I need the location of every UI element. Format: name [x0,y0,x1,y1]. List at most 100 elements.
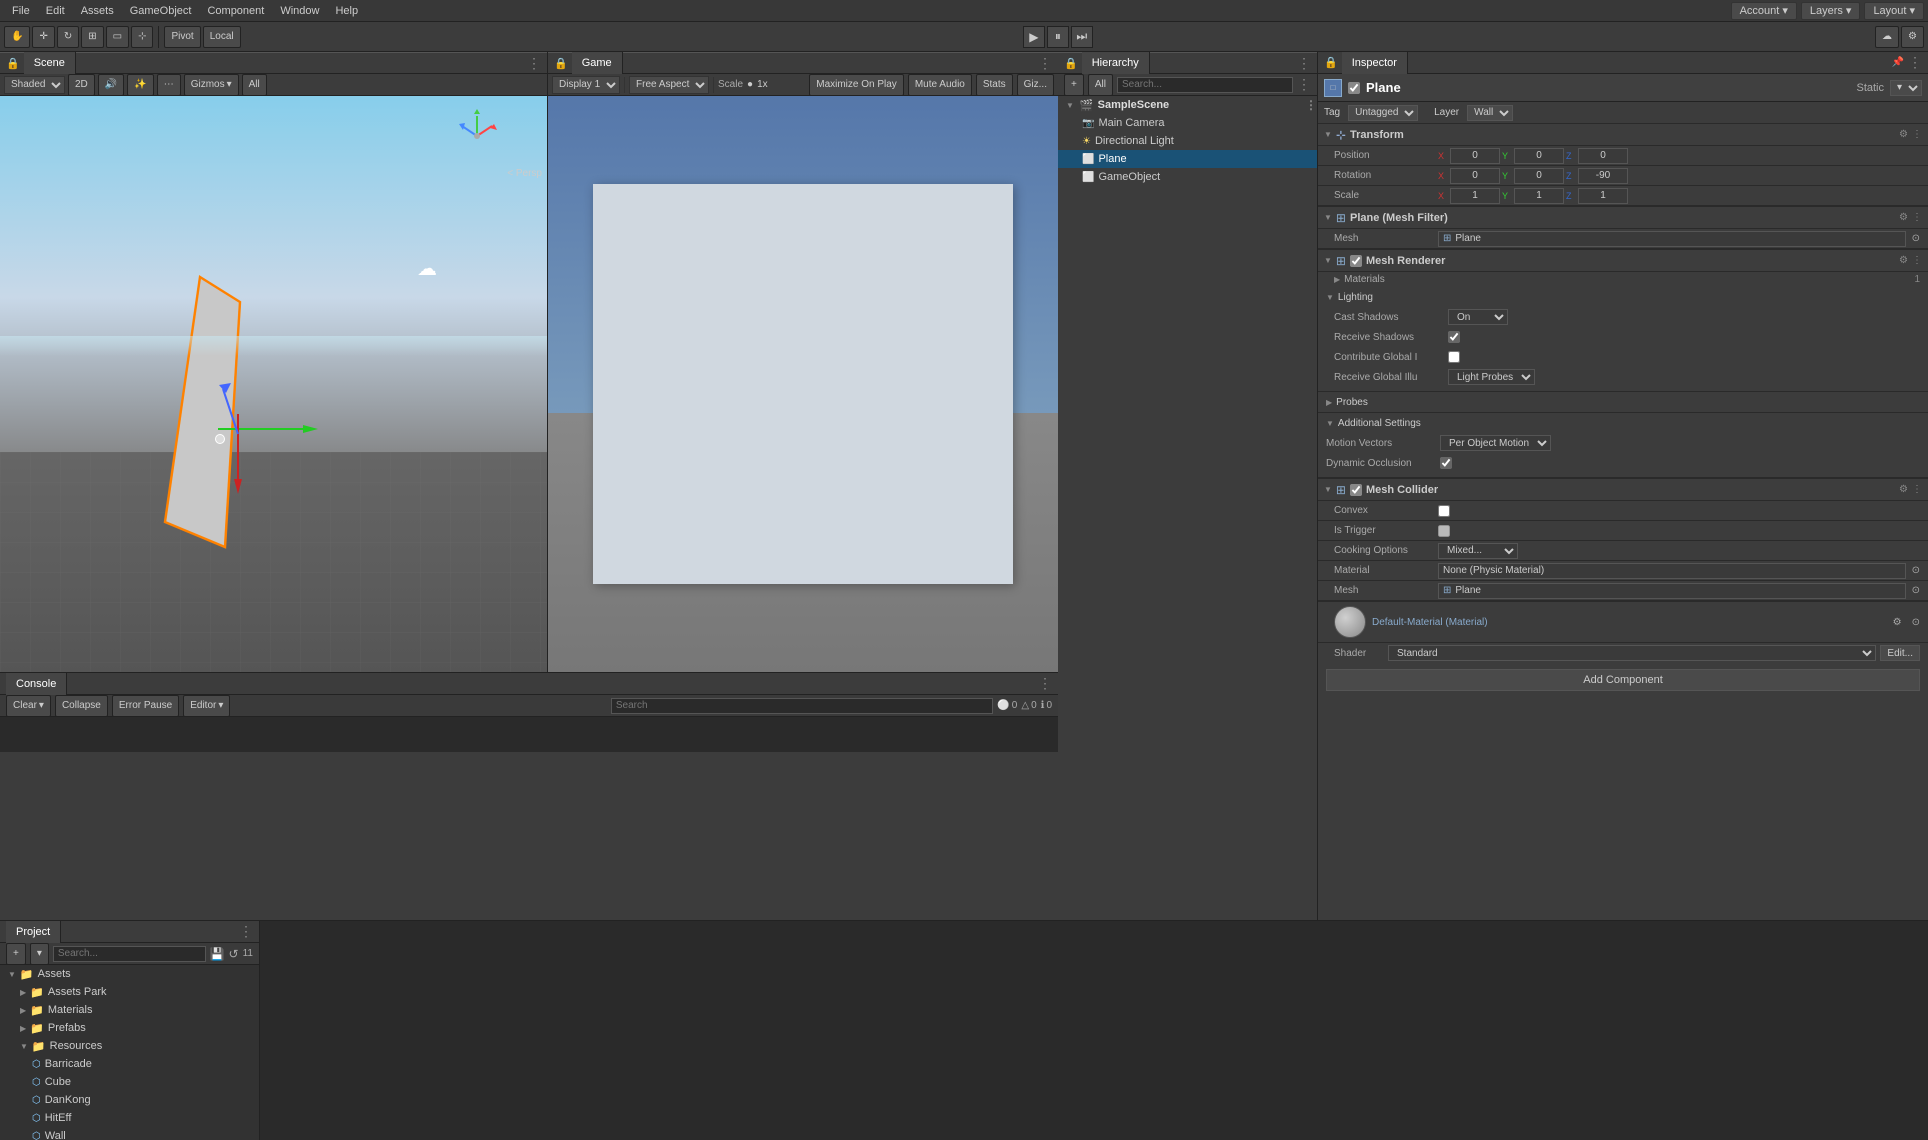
rot-y-input[interactable] [1514,168,1564,184]
tree-item-materials[interactable]: ▶ 📁 Materials [0,1001,259,1019]
additional-header[interactable]: ▼ Additional Settings [1318,413,1928,433]
tree-item-wall[interactable]: ⬡ Wall [0,1127,259,1140]
menu-assets[interactable]: Assets [73,0,122,22]
mc-context-icon[interactable]: ⋮ [1912,484,1922,495]
tree-item-hiteff[interactable]: ⬡ HitEff [0,1109,259,1127]
menu-file[interactable]: File [4,0,38,22]
panel-menu-icon-console[interactable]: ⋮ [1038,675,1052,691]
collider-mesh-select[interactable]: ⊙ [1912,585,1920,596]
menu-window[interactable]: Window [272,0,327,22]
scene-overflow[interactable]: ⋮ [1305,98,1317,112]
static-dropdown[interactable]: ▾ [1890,80,1922,96]
step-button[interactable]: ⏭ [1071,26,1093,48]
local-button[interactable]: Local [203,26,241,48]
mat-settings-icon[interactable]: ⚙ [1893,617,1902,628]
error-pause-button[interactable]: Error Pause [112,695,179,717]
hierarchy-add-btn[interactable]: + [1064,74,1084,96]
audio-toggle[interactable]: 🔊 [98,74,124,96]
gizmos-btn[interactable]: Gizmos ▾ [184,74,239,96]
pivot-button[interactable]: Pivot [164,26,200,48]
tree-item-prefabs[interactable]: ▶ 📁 Prefabs [0,1019,259,1037]
mc-enable-checkbox[interactable] [1350,484,1362,496]
settings-button[interactable]: ⚙ [1901,26,1924,48]
materials-arrow[interactable]: ▶ [1334,275,1340,284]
inspector-overflow[interactable]: ⋮ [1908,54,1922,71]
console-tab[interactable]: Console [6,673,67,695]
mat-select-icon[interactable]: ⊙ [1912,617,1920,628]
maximize-on-play[interactable]: Maximize On Play [809,74,904,96]
panel-menu-icon-hier[interactable]: ⋮ [1297,55,1311,72]
tree-item-assets[interactable]: ▼ 📁 Assets [0,965,259,983]
scale-x-input[interactable] [1450,188,1500,204]
project-search[interactable] [53,946,206,962]
scale-y-input[interactable] [1514,188,1564,204]
receive-gi-dropdown[interactable]: Light Probes [1448,369,1535,385]
panel-menu-icon-game[interactable]: ⋮ [1038,55,1052,71]
mesh-renderer-header[interactable]: ▼ ⊞ Mesh Renderer ⚙ ⋮ [1318,250,1928,272]
project-overflow[interactable]: ⋮ [239,923,253,940]
tree-item-dankong[interactable]: ⬡ DanKong [0,1091,259,1109]
scene-more-btn[interactable]: ⋯ [157,74,181,96]
mesh-select-icon[interactable]: ⊙ [1912,233,1920,244]
stats-btn[interactable]: Stats [976,74,1013,96]
hierarchy-scene-root[interactable]: ▼ 🎬 SampleScene ⋮ [1058,96,1317,114]
aspect-dropdown[interactable]: Free Aspect [629,76,709,94]
hierarchy-item-camera[interactable]: 📷 Main Camera [1058,114,1317,132]
tree-item-barricade[interactable]: ⬡ Barricade [0,1055,259,1073]
console-search[interactable] [611,698,993,714]
shading-dropdown[interactable]: Shaded [4,76,65,94]
tree-item-assets-park[interactable]: ▶ 📁 Assets Park [0,983,259,1001]
pos-x-input[interactable] [1450,148,1500,164]
inspector-tab[interactable]: Inspector [1342,52,1408,74]
inspector-checkbox[interactable] [1348,82,1360,94]
pos-z-input[interactable] [1578,148,1628,164]
account-button[interactable]: Account ▾ [1731,2,1797,20]
pause-button[interactable]: ⏸ [1047,26,1069,48]
convex-checkbox[interactable] [1438,505,1450,517]
hierarchy-overflow[interactable]: ⋮ [1297,76,1311,93]
project-add-btn[interactable]: + [6,943,26,965]
rot-x-input[interactable] [1450,168,1500,184]
scale-tool[interactable]: ⊞ [81,26,103,48]
save-to-disk-icon[interactable]: 💾 [210,947,225,961]
scale-z-input[interactable] [1578,188,1628,204]
layout-button[interactable]: Layout ▾ [1864,2,1924,20]
hierarchy-search[interactable] [1117,77,1293,93]
transform-tool[interactable]: ⊹ [131,26,153,48]
motion-vectors-dropdown[interactable]: Per Object Motion [1440,435,1551,451]
move-tool[interactable]: ✛ [32,26,54,48]
lighting-header[interactable]: ▼ Lighting [1326,287,1920,307]
project-tab[interactable]: Project [6,921,61,943]
mf-settings-icon[interactable]: ⚙ [1899,212,1908,223]
hierarchy-tab[interactable]: Hierarchy [1082,52,1150,74]
tree-item-resources[interactable]: ▼ 📁 Resources [0,1037,259,1055]
cast-shadows-dropdown[interactable]: On [1448,309,1508,325]
contribute-gi-checkbox[interactable] [1448,351,1460,363]
panel-menu-icon[interactable]: ⋮ [527,55,541,72]
hand-tool[interactable]: ✋ [4,26,30,48]
receive-shadows-checkbox[interactable] [1448,331,1460,343]
hierarchy-item-light[interactable]: ☀ Directional Light [1058,132,1317,150]
rot-z-input[interactable] [1578,168,1628,184]
rect-tool[interactable]: ▭ [106,26,129,48]
is-trigger-checkbox[interactable] [1438,525,1450,537]
tree-item-cube[interactable]: ⬡ Cube [0,1073,259,1091]
mute-audio[interactable]: Mute Audio [908,74,972,96]
collider-mat-select[interactable]: ⊙ [1912,565,1920,576]
edit-button[interactable]: Edit... [1880,645,1920,661]
pos-y-input[interactable] [1514,148,1564,164]
menu-gameobject[interactable]: GameObject [122,0,200,22]
mr-enable-checkbox[interactable] [1350,255,1362,267]
layer-dropdown[interactable]: Wall [1467,105,1513,121]
mc-settings-icon[interactable]: ⚙ [1899,484,1908,495]
probes-header[interactable]: ▶ Probes [1318,392,1928,412]
scene-tab[interactable]: Scene [24,52,76,74]
tag-dropdown[interactable]: Untagged [1348,105,1418,121]
hierarchy-item-gameobject[interactable]: ⬜ GameObject [1058,168,1317,186]
editor-button[interactable]: Editor ▾ [183,695,230,717]
cloud-icon-button[interactable]: ☁ [1875,26,1899,48]
rotate-tool[interactable]: ↻ [57,26,79,48]
collapse-button[interactable]: Collapse [55,695,108,717]
shader-dropdown[interactable]: Standard [1388,645,1876,661]
mesh-filter-header[interactable]: ▼ ⊞ Plane (Mesh Filter) ⚙ ⋮ [1318,207,1928,229]
